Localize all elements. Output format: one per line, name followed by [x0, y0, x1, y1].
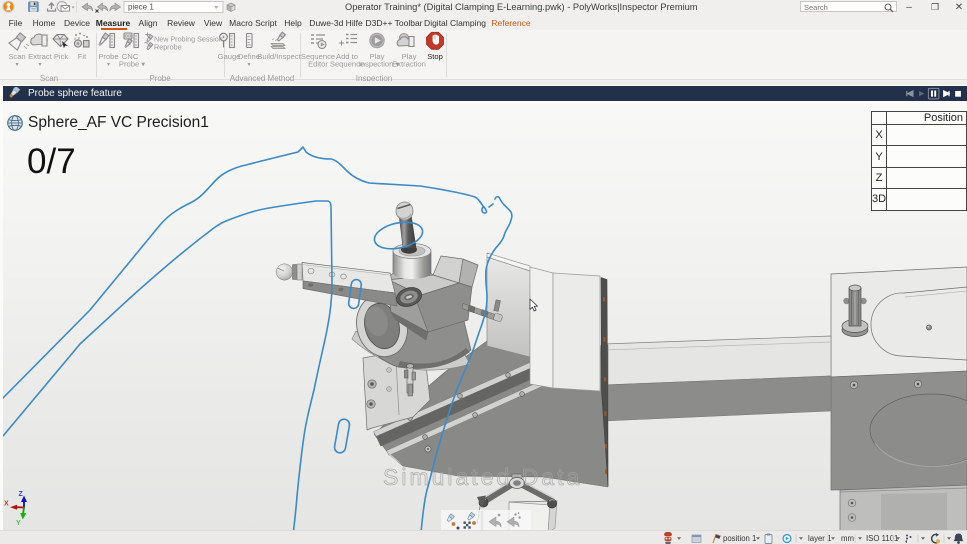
svg-text:ISO 1101: ISO 1101: [866, 534, 898, 543]
svg-text:▾: ▾: [247, 62, 250, 68]
svg-text:Gauge: Gauge: [218, 52, 241, 61]
svg-text:position 1: position 1: [723, 534, 756, 543]
svg-text:Extraction: Extraction: [392, 60, 426, 69]
svg-text:Stop: Stop: [427, 52, 443, 61]
svg-text:Simulated Data: Simulated Data: [383, 464, 582, 490]
svg-text:▾: ▾: [15, 62, 18, 68]
svg-text:mm: mm: [841, 534, 854, 543]
svg-text:piece 1: piece 1: [128, 2, 154, 11]
svg-text:Fit: Fit: [78, 52, 87, 61]
svg-text:Probe ▾: Probe ▾: [119, 60, 145, 69]
svg-text:Scan: Scan: [8, 52, 25, 61]
svg-text:Z: Z: [19, 491, 24, 498]
svg-text:▾: ▾: [107, 62, 110, 68]
svg-text:X: X: [4, 501, 9, 508]
svg-text:Editor: Editor: [308, 60, 328, 69]
svg-text:Pick: Pick: [54, 52, 69, 61]
svg-text:▾: ▾: [38, 62, 41, 68]
svg-text:Probe: Probe: [98, 52, 118, 61]
svg-text:Y: Y: [16, 520, 21, 527]
svg-text:Reprobe: Reprobe: [154, 43, 182, 52]
svg-text:Extract: Extract: [28, 52, 53, 61]
svg-text:Build/Inspect: Build/Inspect: [257, 52, 301, 61]
